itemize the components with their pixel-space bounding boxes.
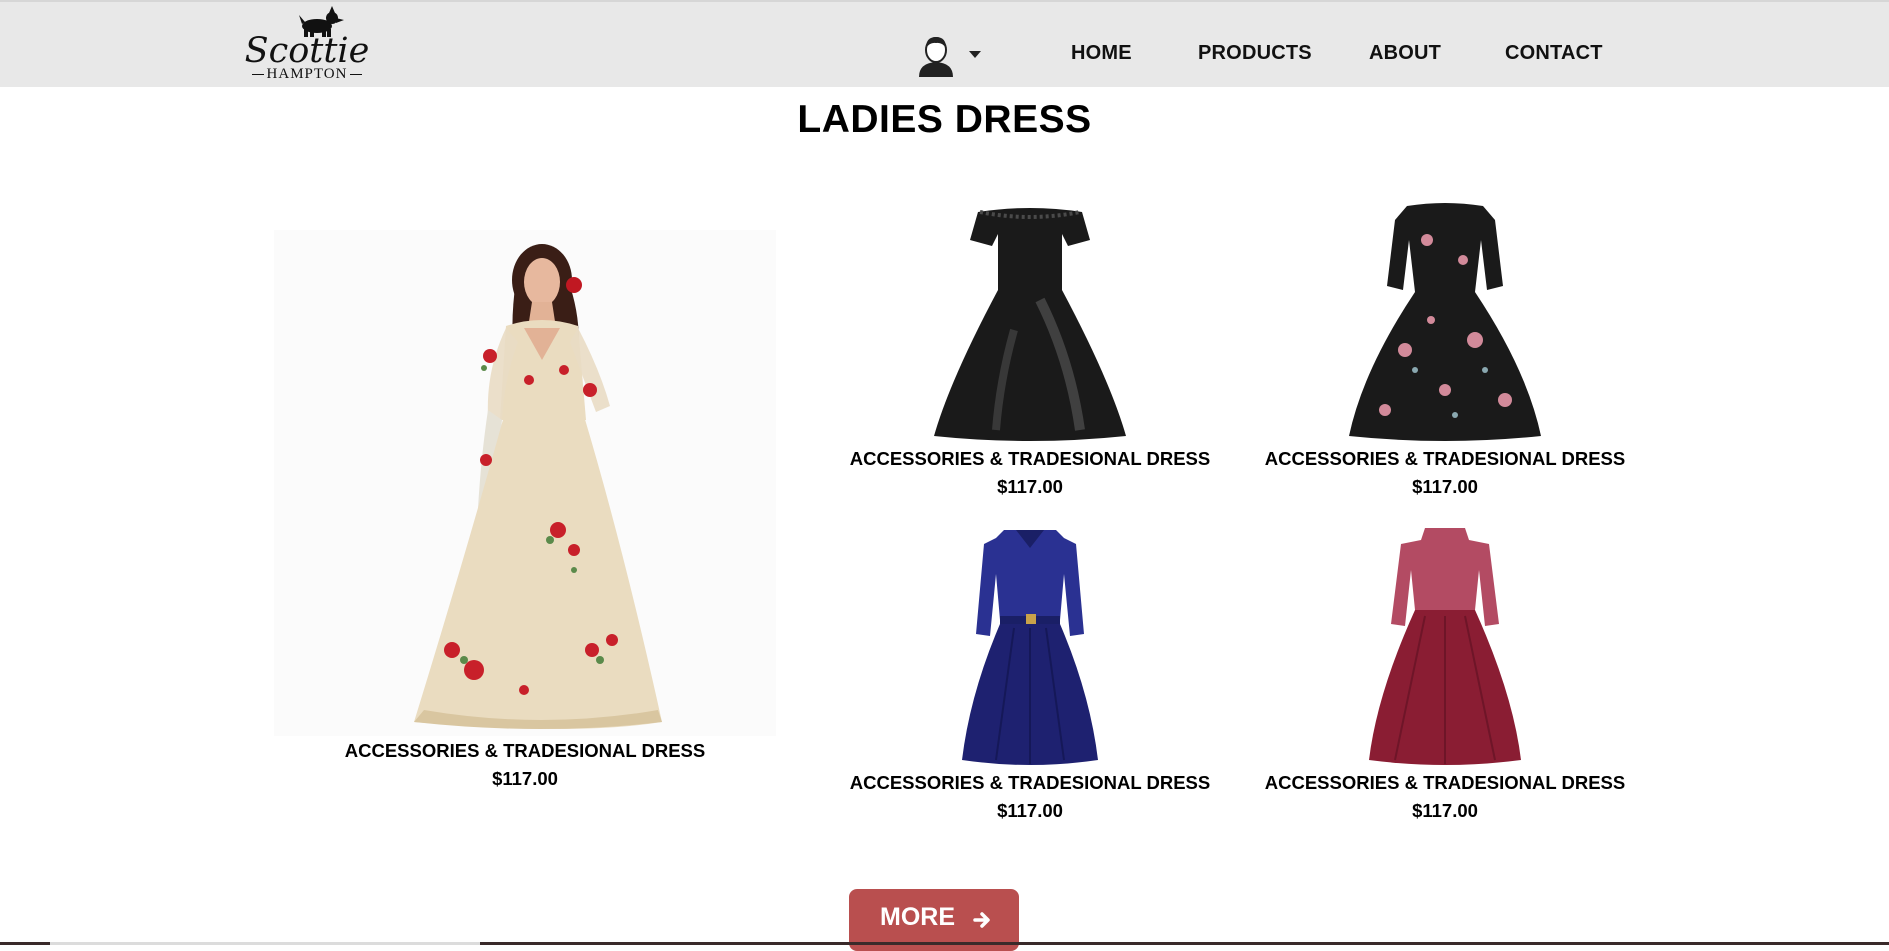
more-button-label: MORE (880, 903, 955, 931)
product-name[interactable]: ACCESSORIES & TRADESIONAL DRESS (1255, 772, 1635, 794)
product-price: $117.00 (1412, 476, 1478, 497)
scottie-hampton-logo[interactable]: Scottie HAMPTON (244, 6, 370, 86)
logo-title: Scottie (244, 31, 370, 71)
product-price: $117.00 (997, 476, 1063, 497)
logo-subtitle: HAMPTON (244, 66, 370, 83)
arrow-right-icon (973, 912, 990, 928)
nav-about[interactable]: ABOUT (1369, 42, 1441, 65)
product-image-black-floral-dress[interactable] (1345, 200, 1545, 444)
product-name[interactable]: ACCESSORIES & TRADESIONAL DRESS (1255, 448, 1635, 470)
product-card[interactable]: ACCESSORIES & TRADESIONAL DRESS $117.00 (1255, 200, 1635, 500)
product-card[interactable]: ACCESSORIES & TRADESIONAL DRESS $117.00 (1255, 524, 1635, 824)
product-name[interactable]: ACCESSORIES & TRADESIONAL DRESS (274, 740, 776, 762)
product-image-navy-lace-dress[interactable] (930, 524, 1130, 768)
product-price: $117.00 (997, 800, 1063, 821)
product-image-black-lace-dress[interactable] (930, 200, 1130, 444)
product-image-burgundy-lace-dress[interactable] (1345, 524, 1545, 768)
top-navbar: Scottie HAMPTON HOME PRODUCTS ABOUT CONT… (0, 0, 1889, 87)
product-price: $117.00 (1412, 800, 1478, 821)
chevron-down-icon (969, 51, 981, 58)
product-card[interactable]: ACCESSORIES & TRADESIONAL DRESS $117.00 (840, 200, 1220, 500)
product-price: $117.00 (492, 768, 558, 789)
product-image-gown[interactable] (274, 230, 776, 736)
page-title: LADIES DRESS (797, 98, 1092, 141)
account-menu-button[interactable] (915, 35, 985, 77)
nav-products[interactable]: PRODUCTS (1198, 42, 1312, 65)
product-card[interactable]: ACCESSORIES & TRADESIONAL DRESS $117.00 (840, 524, 1220, 824)
user-avatar-icon (919, 37, 953, 77)
product-card[interactable]: ACCESSORIES & TRADESIONAL DRESS $117.00 (274, 230, 776, 790)
product-name[interactable]: ACCESSORIES & TRADESIONAL DRESS (840, 448, 1220, 470)
nav-home[interactable]: HOME (1071, 42, 1132, 65)
nav-contact[interactable]: CONTACT (1505, 42, 1603, 65)
product-name[interactable]: ACCESSORIES & TRADESIONAL DRESS (840, 772, 1220, 794)
